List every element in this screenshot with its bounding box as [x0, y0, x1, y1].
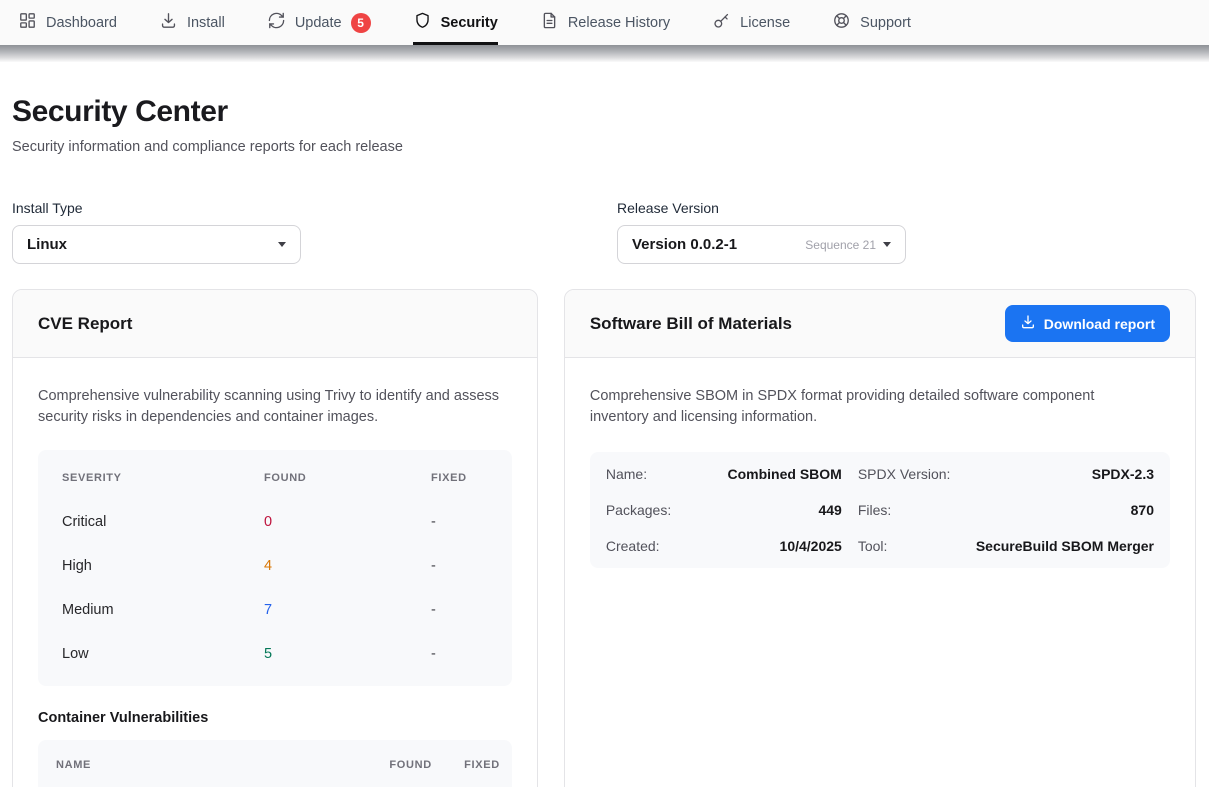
install-icon [159, 11, 178, 34]
download-report-label: Download report [1044, 316, 1155, 332]
cards-row: CVE Report Comprehensive vulnerability s… [12, 289, 1196, 787]
severity-found-count: 7 [264, 602, 431, 618]
tab-label: Update [295, 15, 342, 31]
found-col-header: FOUND [372, 759, 432, 771]
severity-row-critical: Critical 0 - [62, 500, 488, 544]
support-icon [832, 11, 851, 34]
release-history-icon [540, 11, 559, 34]
sbom-tool-value: SecureBuild SBOM Merger [976, 538, 1154, 554]
found-col-header: FOUND [264, 472, 431, 484]
sbom-tool-label: Tool: [842, 538, 976, 554]
sbom-details-row: Created: 10/4/2025 Tool: SecureBuild SBO… [606, 528, 1154, 564]
severity-table: SEVERITY FOUND FIXED Critical 0 - High 4… [38, 450, 512, 686]
page-subtitle: Security information and compliance repo… [12, 139, 1196, 155]
severity-fixed-count: - [431, 602, 488, 618]
dashboard-icon [18, 11, 37, 34]
download-icon [1020, 314, 1036, 333]
header-shadow [0, 45, 1209, 62]
sbom-description: Comprehensive SBOM in SPDX format provid… [590, 386, 1120, 428]
sbom-details-panel: Name: Combined SBOM SPDX Version: SPDX-2… [590, 452, 1170, 568]
severity-row-low: Low 5 - [62, 632, 488, 676]
page-title: Security Center [12, 95, 1196, 129]
chevron-down-icon [883, 242, 891, 247]
install-type-label: Install Type [12, 200, 591, 216]
tab-label: Support [860, 15, 911, 31]
sbom-card-header: Software Bill of Materials Download repo… [565, 290, 1195, 358]
container-table-header: NAME FOUND FIXED [56, 745, 500, 785]
tab-support[interactable]: Support [832, 0, 911, 45]
severity-fixed-count: - [431, 514, 488, 530]
sbom-created-label: Created: [606, 538, 696, 554]
container-vulnerabilities-title: Container Vulnerabilities [38, 710, 512, 726]
download-report-button[interactable]: Download report [1005, 305, 1170, 342]
release-version-select[interactable]: Version 0.0.2-1 Sequence 21 [617, 225, 906, 264]
sbom-title: Software Bill of Materials [590, 314, 792, 334]
tab-release-history[interactable]: Release History [540, 0, 670, 45]
severity-found-count: 4 [264, 558, 431, 574]
sbom-details-row: Name: Combined SBOM SPDX Version: SPDX-2… [606, 456, 1154, 492]
fixed-col-header: FIXED [444, 759, 500, 771]
name-col-header: NAME [56, 759, 372, 771]
sequence-label: Sequence 21 [805, 238, 876, 252]
severity-fixed-count: - [431, 558, 488, 574]
release-version-value: Version 0.0.2-1 [632, 236, 805, 253]
sbom-created-value: 10/4/2025 [696, 538, 842, 554]
sbom-files-value: 870 [976, 502, 1154, 518]
sbom-files-label: Files: [842, 502, 976, 518]
severity-table-header: SEVERITY FOUND FIXED [62, 456, 488, 500]
severity-name: Critical [62, 514, 264, 530]
severity-row-medium: Medium 7 - [62, 588, 488, 632]
sbom-spdx-version-value: SPDX-2.3 [976, 466, 1154, 482]
cve-report-title: CVE Report [38, 314, 132, 334]
tab-install[interactable]: Install [159, 0, 225, 45]
tab-label: Security [441, 15, 498, 31]
filters-row: Install Type Linux Release Version Versi… [12, 200, 1196, 264]
install-type-select[interactable]: Linux [12, 225, 301, 264]
tab-label: Release History [568, 15, 670, 31]
sbom-card: Software Bill of Materials Download repo… [564, 289, 1196, 787]
license-icon [712, 11, 731, 34]
severity-name: Low [62, 646, 264, 662]
install-type-value: Linux [27, 236, 278, 253]
cve-report-description: Comprehensive vulnerability scanning usi… [38, 386, 512, 428]
security-center-page: Security Center Security information and… [0, 95, 1209, 787]
severity-found-count: 5 [264, 646, 431, 662]
top-nav: Dashboard Install Update 5 Security Rele… [0, 0, 1209, 45]
update-icon [267, 11, 286, 34]
security-icon [413, 11, 432, 34]
chevron-down-icon [278, 242, 286, 247]
release-version-label: Release Version [617, 200, 1196, 216]
tab-security[interactable]: Security [413, 0, 498, 45]
sbom-name-label: Name: [606, 466, 696, 482]
container-vulnerabilities-table: NAME FOUND FIXED [38, 740, 512, 787]
severity-found-count: 0 [264, 514, 431, 530]
severity-fixed-count: - [431, 646, 488, 662]
sbom-name-value: Combined SBOM [696, 466, 842, 482]
sbom-details-row: Packages: 449 Files: 870 [606, 492, 1154, 528]
sbom-packages-label: Packages: [606, 502, 696, 518]
tab-label: Install [187, 15, 225, 31]
tab-label: Dashboard [46, 15, 117, 31]
sbom-spdx-version-label: SPDX Version: [842, 466, 976, 482]
severity-name: High [62, 558, 264, 574]
update-count-badge: 5 [351, 13, 371, 33]
tab-license[interactable]: License [712, 0, 790, 45]
sbom-packages-value: 449 [696, 502, 842, 518]
cve-report-card-header: CVE Report [13, 290, 537, 358]
fixed-col-header: FIXED [431, 472, 488, 484]
severity-col-header: SEVERITY [62, 472, 264, 484]
severity-row-high: High 4 - [62, 544, 488, 588]
tab-update[interactable]: Update 5 [267, 0, 371, 45]
tab-dashboard[interactable]: Dashboard [18, 0, 117, 45]
cve-report-card: CVE Report Comprehensive vulnerability s… [12, 289, 538, 787]
severity-name: Medium [62, 602, 264, 618]
tab-label: License [740, 15, 790, 31]
